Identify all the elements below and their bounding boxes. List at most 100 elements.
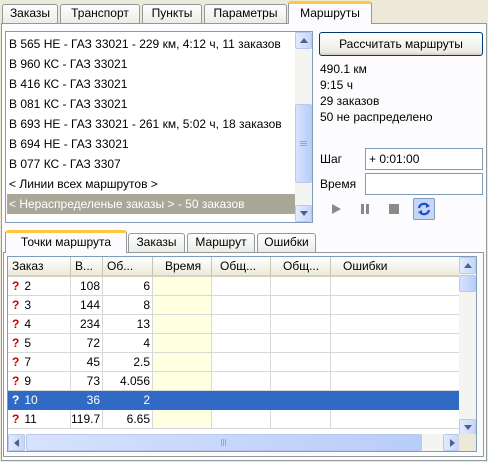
cell-v[interactable]: 144 [71, 296, 103, 315]
cell-empty[interactable] [212, 296, 271, 315]
cell-empty[interactable] [331, 277, 460, 296]
cell-empty[interactable] [153, 315, 212, 334]
scroll-up-button[interactable] [459, 257, 476, 274]
cell-empty[interactable] [153, 372, 212, 391]
cell-order[interactable]: ? 11 [8, 410, 71, 429]
tab-points[interactable]: Пункты [142, 4, 202, 23]
cell-v[interactable]: 108 [71, 277, 103, 296]
cell-empty[interactable] [153, 334, 212, 353]
route-item[interactable]: В 565 НЕ - ГАЗ 33021 - 229 км, 4:12 ч, 1… [7, 34, 295, 54]
route-item[interactable]: В 077 КС - ГАЗ 3307 [7, 154, 295, 174]
column-header-order[interactable]: Заказ [8, 257, 71, 277]
cell-v[interactable]: 73 [71, 372, 103, 391]
cell-order[interactable]: ? 5 [8, 334, 71, 353]
scroll-down-button[interactable] [295, 205, 312, 222]
table-row[interactable]: ? 4 234 13 [8, 315, 460, 334]
cell-empty[interactable] [153, 410, 212, 429]
cell-empty[interactable] [271, 391, 331, 410]
step-field[interactable]: + 0:01:00 [365, 148, 483, 170]
cell-empty[interactable] [271, 334, 331, 353]
scroll-left-button[interactable] [8, 434, 25, 451]
cell-empty[interactable] [271, 277, 331, 296]
route-item-all-lines[interactable]: < Линии всех маршрутов > [7, 174, 295, 194]
column-header-errors[interactable]: Ошибки [331, 257, 460, 277]
table-row[interactable]: ? 9 73 4.056 [8, 372, 460, 391]
cell-empty[interactable] [271, 315, 331, 334]
cell-empty[interactable] [153, 296, 212, 315]
tab-parameters[interactable]: Параметры [204, 4, 287, 23]
tab-orders[interactable]: Заказы [2, 4, 58, 23]
route-item[interactable]: В 960 КС - ГАЗ 33021 [7, 54, 295, 74]
cell-empty[interactable] [271, 353, 331, 372]
scroll-up-button[interactable] [295, 32, 312, 49]
cell-empty[interactable] [331, 410, 460, 429]
cell-empty[interactable] [212, 334, 271, 353]
refresh-button[interactable] [413, 198, 435, 220]
cell-ob[interactable]: 13 [103, 315, 153, 334]
route-item-unassigned[interactable]: < Нераспределеные заказы > - 50 заказов [7, 194, 295, 214]
cell-order[interactable]: ? 3 [8, 296, 71, 315]
route-item[interactable]: В 081 КС - ГАЗ 33021 [7, 94, 295, 114]
cell-empty[interactable] [212, 372, 271, 391]
cell-ob[interactable]: 2.5 [103, 353, 153, 372]
cell-empty[interactable] [212, 315, 271, 334]
tab-route-points[interactable]: Точки маршрута [5, 230, 127, 253]
cell-empty[interactable] [153, 277, 212, 296]
column-header-total1[interactable]: Общ... [212, 257, 271, 277]
pause-button[interactable] [355, 199, 375, 219]
cell-v[interactable]: 234 [71, 315, 103, 334]
table-row[interactable]: ? 5 72 4 [8, 334, 460, 353]
tab-sub-orders[interactable]: Заказы [128, 233, 185, 252]
cell-empty[interactable] [331, 353, 460, 372]
calculate-routes-button[interactable]: Рассчитать маршруты [319, 32, 483, 56]
tab-errors[interactable]: Ошибки [257, 233, 316, 252]
cell-ob[interactable]: 4.056 [103, 372, 153, 391]
cell-ob[interactable]: 4 [103, 334, 153, 353]
cell-v[interactable]: 36 [71, 391, 103, 410]
route-points-grid[interactable]: Заказ В... Об... Время Общ... Общ... Оши… [7, 256, 477, 452]
cell-empty[interactable] [331, 315, 460, 334]
tab-routes[interactable]: Маршруты [288, 1, 372, 24]
table-row[interactable]: ? 2 108 6 [8, 277, 460, 296]
table-row[interactable]: ? 10 36 2 [8, 391, 460, 410]
cell-empty[interactable] [331, 391, 460, 410]
time-field[interactable] [365, 173, 483, 195]
cell-order[interactable]: ? 7 [8, 353, 71, 372]
column-header-time[interactable]: Время [153, 257, 212, 277]
cell-empty[interactable] [331, 334, 460, 353]
table-row[interactable]: ? 11 119.7 6.65 [8, 410, 460, 429]
column-header-v[interactable]: В... [71, 257, 103, 277]
cell-ob[interactable]: 6 [103, 277, 153, 296]
cell-empty[interactable] [212, 277, 271, 296]
table-row[interactable]: ? 3 144 8 [8, 296, 460, 315]
stop-button[interactable] [384, 199, 404, 219]
route-item[interactable]: В 416 КС - ГАЗ 33021 [7, 74, 295, 94]
cell-empty[interactable] [212, 410, 271, 429]
grid-horizontal-scrollbar[interactable] [8, 434, 460, 451]
cell-empty[interactable] [212, 391, 271, 410]
cell-empty[interactable] [153, 391, 212, 410]
cell-ob[interactable]: 6.65 [103, 410, 153, 429]
cell-empty[interactable] [331, 296, 460, 315]
play-button[interactable] [326, 199, 346, 219]
table-row[interactable]: ? 7 45 2.5 [8, 353, 460, 372]
cell-v[interactable]: 45 [71, 353, 103, 372]
tab-transport[interactable]: Транспорт [60, 4, 140, 23]
cell-order[interactable]: ? 9 [8, 372, 71, 391]
route-item[interactable]: В 693 НЕ - ГАЗ 33021 - 261 км, 5:02 ч, 1… [7, 114, 295, 134]
column-header-ob[interactable]: Об... [103, 257, 153, 277]
cell-empty[interactable] [271, 410, 331, 429]
route-list-scrollbar[interactable] [295, 32, 312, 222]
cell-v[interactable]: 72 [71, 334, 103, 353]
cell-empty[interactable] [271, 372, 331, 391]
cell-empty[interactable] [153, 353, 212, 372]
cell-order[interactable]: ? 2 [8, 277, 71, 296]
cell-order[interactable]: ? 4 [8, 315, 71, 334]
cell-ob[interactable]: 2 [103, 391, 153, 410]
cell-order[interactable]: ? 10 [8, 391, 71, 410]
route-list[interactable]: В 565 НЕ - ГАЗ 33021 - 229 км, 4:12 ч, 1… [5, 31, 313, 223]
grid-vertical-scrollbar[interactable] [459, 257, 476, 436]
scroll-thumb[interactable] [295, 104, 312, 183]
route-item[interactable]: В 694 НЕ - ГАЗ 33021 [7, 134, 295, 154]
scroll-thumb[interactable] [26, 434, 422, 451]
